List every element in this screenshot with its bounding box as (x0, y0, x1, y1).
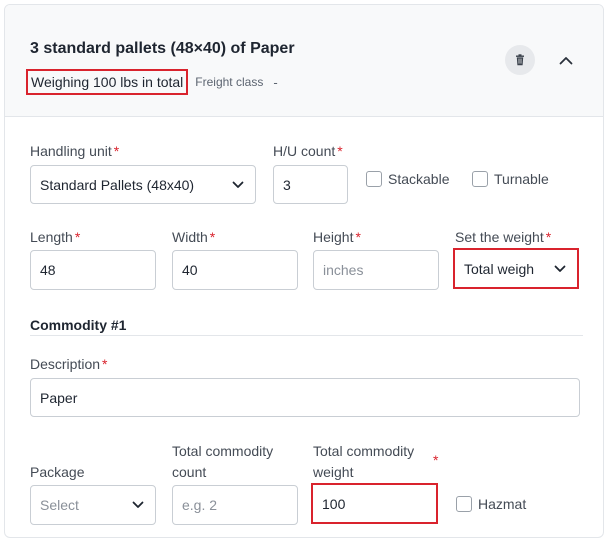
width-label: Width * (172, 229, 216, 245)
chevron-down-icon (232, 181, 244, 189)
turnable-label: Turnable (494, 171, 549, 187)
section-divider (30, 335, 583, 336)
chevron-down-icon (554, 265, 566, 273)
stackable-checkbox-box[interactable] (366, 171, 382, 187)
height-input[interactable]: inches (313, 250, 439, 290)
commodity-weight-label: Total commodity weight (313, 443, 415, 480)
set-weight-label: Set the weight * (455, 229, 552, 245)
width-value: 40 (182, 262, 198, 278)
trash-icon (516, 54, 524, 66)
package-select[interactable]: Select (30, 485, 156, 525)
length-input[interactable]: 48 (30, 250, 156, 290)
weight-mode-value: Total weigh (464, 260, 535, 277)
height-placeholder: inches (323, 262, 364, 278)
length-value: 48 (40, 262, 56, 278)
commodity-weight-required-marker: * (433, 452, 439, 468)
commodity-section-title: Commodity #1 (30, 317, 127, 333)
description-input[interactable]: Paper (30, 378, 580, 417)
commodity-count-placeholder: e.g. 2 (182, 497, 218, 513)
delete-item-button[interactable] (505, 45, 535, 75)
freight-class-label: Freight class (195, 75, 264, 89)
hazmat-checkbox-box[interactable] (456, 496, 472, 512)
freight-class-value: - (273, 74, 278, 90)
package-placeholder: Select (40, 497, 79, 513)
hazmat-label: Hazmat (478, 496, 527, 512)
hazmat-checkbox[interactable]: Hazmat (456, 496, 526, 512)
hu-count-label: H/U count * (273, 143, 343, 159)
package-label: Package (30, 464, 85, 480)
turnable-checkbox[interactable]: Turnable (472, 171, 549, 187)
stackable-checkbox[interactable]: Stackable (366, 171, 449, 187)
commodity-weight-value: 100 (322, 495, 346, 512)
commodity-count-input[interactable]: e.g. 2 (172, 485, 298, 525)
total-weight-summary: Weighing 100 lbs in total (26, 69, 189, 95)
collapse-item-button[interactable] (553, 47, 579, 73)
hu-count-input[interactable]: 3 (273, 165, 348, 204)
height-label: Height * (313, 229, 361, 245)
stackable-label: Stackable (388, 171, 450, 187)
chevron-down-icon (132, 501, 144, 509)
handling-unit-select[interactable]: Standard Pallets (48x40) (30, 165, 256, 204)
handling-unit-value: Standard Pallets (48x40) (40, 176, 195, 193)
chevron-up-icon (559, 56, 573, 64)
commodity-count-label: Total commodity count (172, 443, 274, 480)
turnable-checkbox-box[interactable] (472, 171, 488, 187)
item-summary-title: 3 standard pallets (48×40) of Paper (30, 40, 295, 57)
handling-unit-label: Handling unit * (30, 143, 120, 159)
length-label: Length * (30, 229, 81, 245)
hu-count-value: 3 (283, 176, 291, 193)
width-input[interactable]: 40 (172, 250, 298, 290)
description-value: Paper (40, 389, 78, 406)
commodity-weight-input[interactable]: 100 (311, 483, 438, 524)
weight-mode-select[interactable]: Total weigh (453, 248, 579, 289)
item-summary-header: 3 standard pallets (48×40) of Paper Weig… (5, 5, 603, 117)
description-label: Description * (30, 356, 108, 372)
freight-item-card: 3 standard pallets (48×40) of Paper Weig… (4, 4, 604, 538)
item-summary-subtitle: Weighing 100 lbs in total Freight class … (26, 69, 278, 95)
